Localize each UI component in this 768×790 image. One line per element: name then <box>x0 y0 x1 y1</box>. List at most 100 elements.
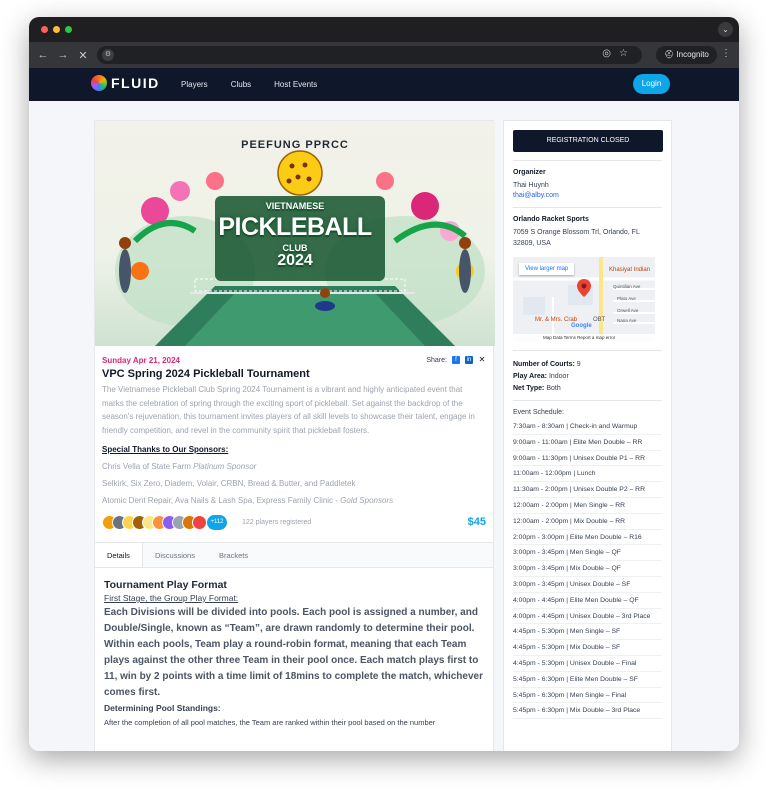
schedule-item: 11:30am - 2:00pm | Unisex Double P2 – RR <box>513 482 662 498</box>
site-nav: Players Clubs Host Events <box>181 68 340 101</box>
schedule-item: 3:00pm - 3:45pm | Men Single – QF <box>513 545 662 562</box>
schedule-item: 4:45pm - 5:30pm | Mix Double – SF <box>513 640 662 656</box>
tab-discussions[interactable]: Discussions <box>143 543 207 567</box>
tab-details[interactable]: Details <box>95 543 143 567</box>
site-settings-icon[interactable]: ⚙ <box>102 49 114 61</box>
schedule-item: 7:30am - 8:30am | Check-in and Warmup <box>513 419 662 435</box>
close-window-button[interactable] <box>41 26 48 33</box>
venue-section: Orlando Racket Sports 7059 S Orange Blos… <box>513 207 662 342</box>
avatar[interactable] <box>192 515 207 530</box>
x-icon[interactable]: ✕ <box>478 356 486 364</box>
schedule-item: 4:00pm - 4:45pm | Elite Men Double – QF <box>513 593 662 609</box>
map-google-logo: Google <box>571 323 592 329</box>
tab-brackets[interactable]: Brackets <box>207 543 260 567</box>
sponsor-gold: Atomic Dent Repair, Ava Nails & Lash Spa… <box>102 496 486 505</box>
sponsor-platinum-tier: Platinum Sponsor <box>193 462 257 471</box>
organizer-email[interactable]: thai@alby.com <box>513 192 662 199</box>
schedule-item: 5:45pm - 6:30pm | Mix Double – 3rd Place <box>513 703 662 720</box>
tab-search-icon[interactable]: ⌄ <box>718 22 733 37</box>
sponsor-platinum-name: Chris Vella of State Farm <box>102 462 194 471</box>
title-bar: ⌄ <box>29 17 739 42</box>
organizer-section: Organizer Thai Huynh thai@alby.com <box>513 160 662 199</box>
courts-label: Number of Courts: <box>513 361 575 368</box>
schedule-item: 5:45pm - 6:30pm | Men Single – Final <box>513 688 662 704</box>
sponsor-brands: Selkirk, Six Zero, Diadem, Volair, CRBN,… <box>102 479 356 488</box>
browser-window: ⌄ ← → ✕ ⚙ ◎☆ ⛑ Incognito ⋮ FLUID Players… <box>29 17 739 751</box>
play-area-value: Indoor <box>548 373 569 380</box>
sponsors-heading: Special Thanks to Our Sponsors: <box>102 445 229 454</box>
maximize-window-button[interactable] <box>65 26 72 33</box>
registration-closed-button[interactable]: REGISTRATION CLOSED <box>513 130 663 152</box>
browser-toolbar: ← → ✕ ⚙ ◎☆ ⛑ Incognito ⋮ <box>29 42 739 68</box>
net-type-label: Net Type: <box>513 385 545 392</box>
nav-clubs[interactable]: Clubs <box>231 80 251 89</box>
venue-name: Orlando Racket Sports <box>513 216 589 223</box>
logo[interactable]: FLUID <box>91 75 160 91</box>
schedule-item: 12:00am - 2:00pm | Mix Double – RR <box>513 514 662 530</box>
login-button[interactable]: Login <box>633 74 670 94</box>
schedule-section: Event Schedule: 7:30am - 8:30am | Check-… <box>513 400 662 720</box>
schedule-item: 3:00pm - 3:45pm | Unisex Double – SF <box>513 577 662 593</box>
event-description: The Vietnamese Pickleball Club Spring 20… <box>102 385 475 435</box>
venue-address: 7059 S Orange Blossom Trl, Orlando, FL 3… <box>513 229 640 247</box>
address-bar[interactable]: ⚙ ◎☆ <box>97 46 642 64</box>
banner-line2: PICKLEBALL <box>218 213 372 241</box>
event-info: Sunday Apr 21, 2024 Share: f in ✕ VPC Sp… <box>95 346 493 533</box>
stage-heading: First Stage, the Group Play Format: <box>104 593 239 603</box>
map-pin-icon <box>577 279 591 297</box>
nav-players[interactable]: Players <box>181 80 208 89</box>
standings-heading: Determining Pool Standings: <box>104 703 221 713</box>
schedule-item: 4:00pm - 4:45pm | Unisex Double – 3rd Pl… <box>513 609 662 625</box>
nav-host-events[interactable]: Host Events <box>274 80 317 89</box>
event-card: PEEFUNG PPRCC VIETNAMESE PICKLEBALL CLUB… <box>94 120 495 751</box>
event-tabs: Details Discussions Brackets <box>95 542 493 568</box>
map-footer[interactable]: Map Data Terms Report a map error <box>513 334 655 342</box>
schedule-item: 11:00am - 12:00pm | Lunch <box>513 466 662 483</box>
share-label: Share: <box>426 356 447 364</box>
sponsor-gold-names: Atomic Dent Repair, Ava Nails & Lash Spa… <box>102 496 341 505</box>
details-panel: Tournament Play Format First Stage, the … <box>95 568 493 727</box>
site-header: FLUID Players Clubs Host Events Login <box>29 68 739 101</box>
registration-row: +112 122 players registered $45 <box>102 515 486 533</box>
map-place-khasiyat: Khasiyat Indian <box>609 267 651 273</box>
standings-text: After the completion of all pool matches… <box>104 718 436 727</box>
organizer-name: Thai Huynh <box>513 182 549 189</box>
forward-icon[interactable]: → <box>53 49 73 61</box>
view-larger-map-link[interactable]: View larger map <box>519 263 575 275</box>
map-street-orwell: Orwell Ave <box>617 308 639 313</box>
player-avatars[interactable]: +112 <box>102 515 227 530</box>
linkedin-icon[interactable]: in <box>465 356 473 364</box>
courts-row: Number of Courts: 9 <box>513 361 662 368</box>
star-icon[interactable]: ☆ <box>619 48 636 59</box>
address-bar-icons[interactable]: ◎☆ <box>602 48 636 59</box>
map-street-nana: Nana Ave <box>617 318 637 323</box>
banner-line1: VIETNAMESE <box>265 201 325 211</box>
play-area-label: Play Area: <box>513 373 547 380</box>
players-registered: 122 players registered <box>242 519 312 526</box>
menu-icon[interactable]: ⋮ <box>721 48 731 59</box>
venue-map[interactable]: View larger map Khasiyat Indian Quintili… <box>513 257 655 342</box>
event-price: $45 <box>467 516 486 528</box>
banner-arc-text: PEEFUNG PPRCC <box>241 139 349 151</box>
more-players-badge[interactable]: +112 <box>207 515 227 530</box>
organizer-label: Organizer <box>513 169 546 176</box>
net-type-row: Net Type: Both <box>513 385 662 392</box>
logo-icon <box>91 75 107 91</box>
details-heading: Tournament Play Format <box>104 579 227 591</box>
schedule-title: Event Schedule: <box>513 409 564 416</box>
back-icon[interactable]: ← <box>33 49 53 61</box>
schedule-item: 9:00am - 11:30pm | Unisex Double P1 – RR <box>513 451 662 467</box>
court-info-section: Number of Courts: 9 Play Area: Indoor Ne… <box>513 350 662 392</box>
minimize-window-button[interactable] <box>53 26 60 33</box>
facebook-icon[interactable]: f <box>452 356 460 364</box>
incognito-badge[interactable]: ⛑ Incognito <box>656 46 717 64</box>
close-icon[interactable]: ✕ <box>73 49 93 62</box>
map-street-quintilian: Quintilian Ave <box>613 284 641 289</box>
schedule-item: 4:45pm - 5:30pm | Unisex Double – Final <box>513 656 662 672</box>
schedule-item: 12:00am - 2:00pm | Men Single – RR <box>513 498 662 514</box>
incognito-icon: ⛑ <box>664 50 677 59</box>
eye-off-icon[interactable]: ◎ <box>602 48 619 59</box>
schedule-item: 3:00pm - 3:45pm | Mix Double – QF <box>513 561 662 577</box>
map-street-plato: Plato Ave <box>617 296 636 301</box>
net-type-value: Both <box>546 385 561 392</box>
